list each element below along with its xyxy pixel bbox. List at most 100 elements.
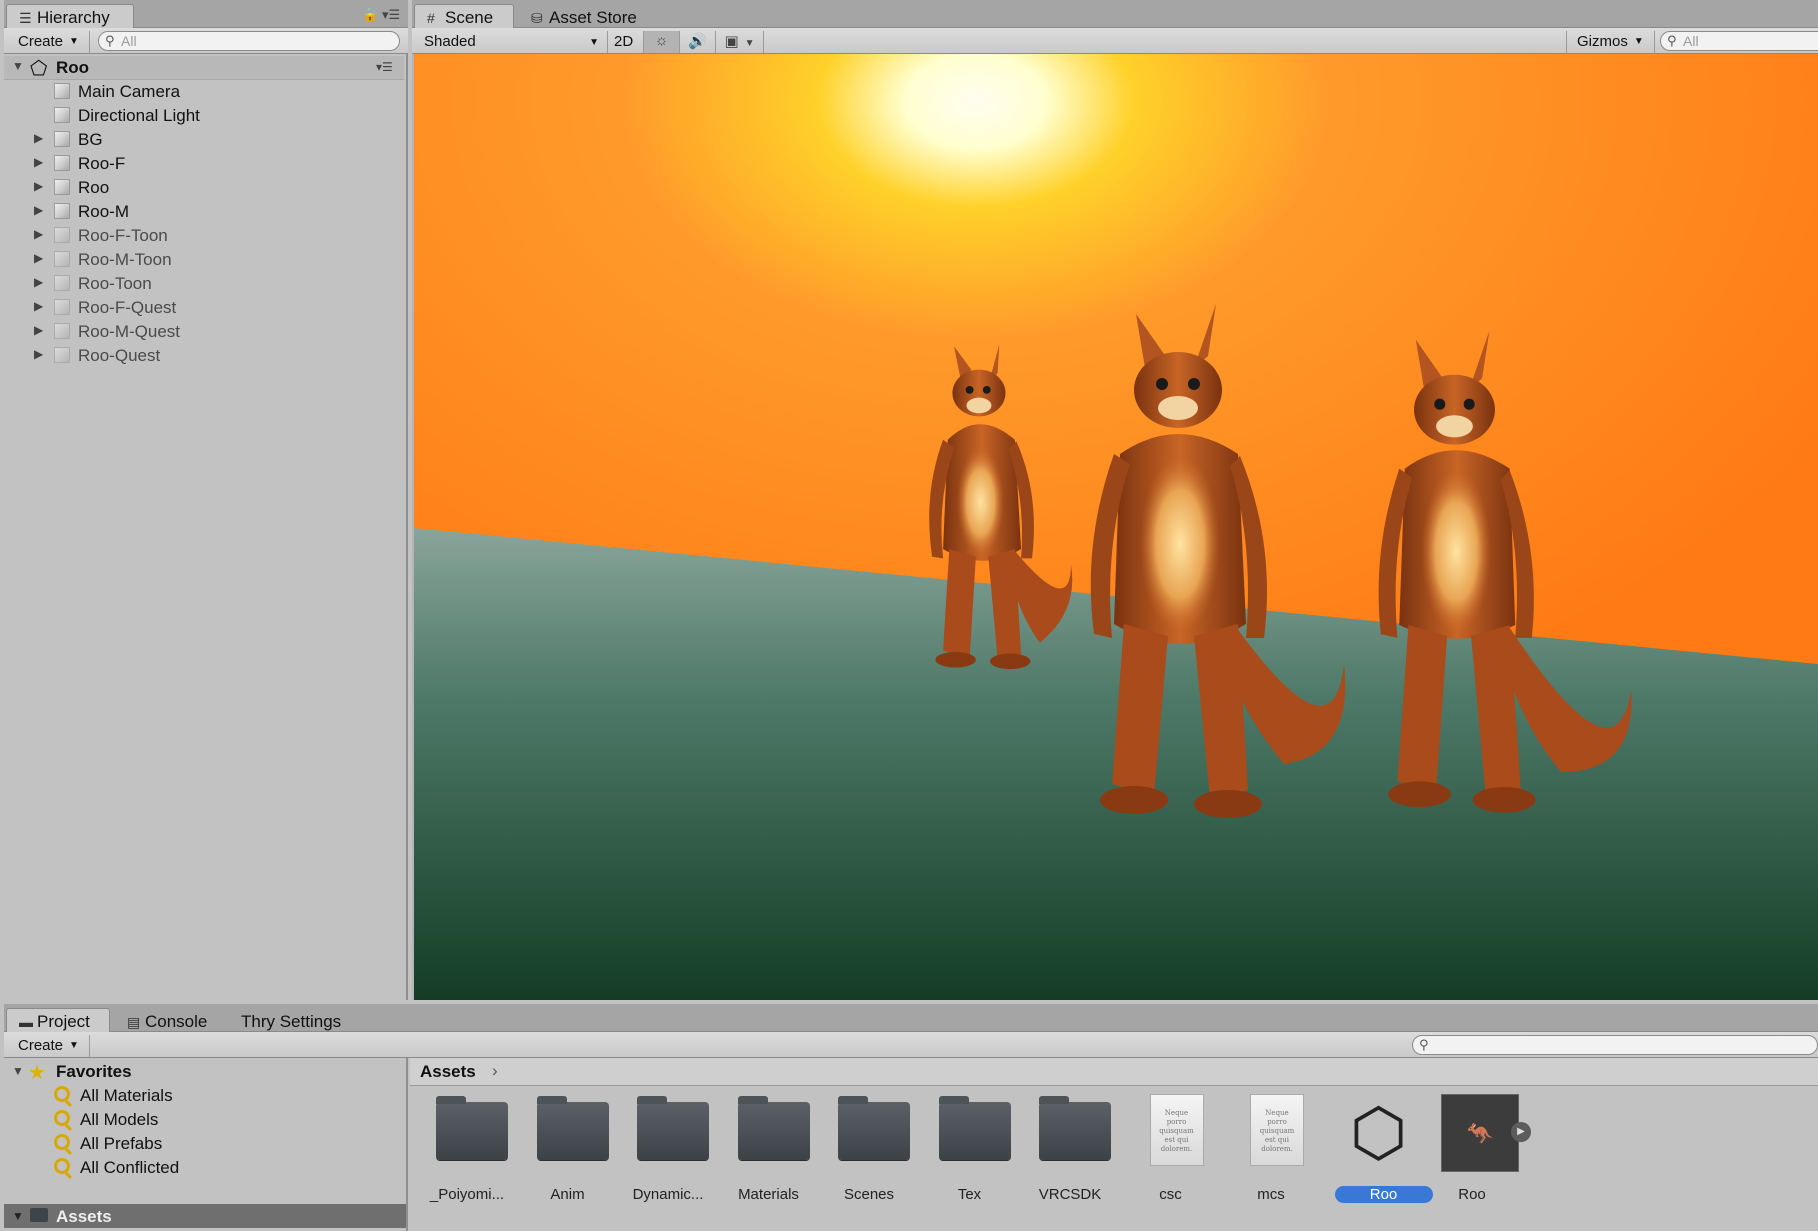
hierarchy-item[interactable]: ▶ Roo-M-Toon (4, 248, 404, 272)
audio-toggle[interactable]: 🔊 (680, 31, 716, 53)
lighting-toggle[interactable]: ☼ (644, 31, 680, 53)
asset-item[interactable]: VRCSDK (1025, 1094, 1115, 1204)
asset-item[interactable]: ⬡ Roo (1327, 1094, 1433, 1204)
panel-menu-icon[interactable]: ▾☰ (382, 7, 400, 23)
favorite-label: All Prefabs (80, 1134, 163, 1153)
asset-item[interactable]: Dynamic... (623, 1094, 713, 1204)
asset-item[interactable]: Neque porro quisquam est qui dolorem. mcs (1226, 1094, 1316, 1204)
hierarchy-create-button[interactable]: Create ▼ (8, 31, 90, 53)
folder-icon: ▬ (19, 1014, 33, 1030)
folder-icon (436, 1096, 508, 1160)
hierarchy-tabstrip: ☰ Hierarchy 🔒 ▾☰ (4, 0, 408, 32)
hierarchy-item[interactable]: Main Camera (4, 80, 404, 104)
hierarchy-item[interactable]: Directional Light (4, 104, 404, 128)
text-document-icon: Neque porro quisquam est qui dolorem. (1250, 1094, 1304, 1166)
asset-name: Materials (738, 1186, 799, 1203)
hierarchy-item[interactable]: ▶ Roo-F-Toon (4, 224, 404, 248)
hierarchy-item[interactable]: ▶ Roo-F (4, 152, 404, 176)
project-tabstrip: ▬ Project ▤ Console Thry Settings (4, 1004, 1818, 1036)
hierarchy-item-label: Directional Light (78, 106, 200, 125)
gameobject-icon (54, 227, 70, 243)
search-icon: ⚲ (105, 33, 115, 48)
store-icon: ⛁ (531, 10, 543, 26)
asset-item[interactable]: 🦘 ▶ Roo (1427, 1094, 1531, 1204)
scene-root-row[interactable]: ▼ ⬠ Roo ▾☰ (4, 56, 404, 80)
gameobject-icon (54, 323, 70, 339)
asset-name: Tex (957, 1186, 982, 1203)
scene-menu-icon[interactable]: ▾☰ (376, 60, 393, 74)
expand-arrow-icon[interactable]: ▶ (34, 131, 43, 145)
expand-arrow-icon[interactable]: ▶ (34, 155, 43, 169)
hierarchy-item-label: Roo-M-Quest (78, 322, 181, 341)
hierarchy-item-label: Main Camera (78, 82, 181, 101)
asset-name: Dynamic... (632, 1186, 704, 1203)
asset-item[interactable]: Scenes (824, 1094, 914, 1204)
expand-arrow-icon[interactable]: ▶ (34, 347, 43, 361)
hierarchy-item[interactable]: ▶ BG (4, 128, 404, 152)
collapse-arrow-icon[interactable]: ▼ (12, 1064, 24, 1078)
asset-name: Anim (550, 1186, 585, 1203)
hierarchy-item-label: Roo-F (78, 154, 126, 173)
asset-name: mcs (1257, 1186, 1285, 1203)
scene-panel: # Scene ⛁ Asset Store Shaded ▼ 2D ☼ 🔊 ▣ ▼ G… (412, 0, 1818, 1000)
hierarchy-item[interactable]: ▶ Roo-Quest (4, 344, 404, 368)
dropdown-caret-icon: ▼ (69, 36, 79, 47)
shading-mode-dropdown[interactable]: Shaded ▼ (414, 31, 608, 53)
tab-console[interactable]: ▤ Console (114, 1008, 224, 1035)
gameobject-icon (54, 275, 70, 291)
project-search-input[interactable]: ⚲ (1412, 1035, 1818, 1055)
hierarchy-item-label: Roo-Quest (78, 346, 161, 365)
asset-item[interactable]: _Poiyomi... (422, 1094, 512, 1204)
expand-arrow-icon[interactable]: ▶ (34, 203, 43, 217)
hierarchy-item[interactable]: ▶ Roo-Toon (4, 272, 404, 296)
grid-icon: # (427, 10, 435, 26)
gizmos-dropdown[interactable]: Gizmos ▼ (1566, 31, 1655, 53)
scene-search-input[interactable]: ⚲ All (1660, 31, 1818, 51)
favorite-label: All Materials (80, 1086, 173, 1105)
effects-dropdown[interactable]: ▣ ▼ (716, 31, 764, 53)
search-filter-icon (54, 1086, 70, 1102)
tab-asset-store[interactable]: ⛁ Asset Store (518, 4, 658, 31)
expand-arrow-icon[interactable]: ▶ (34, 227, 43, 241)
chevron-right-icon: › (492, 1061, 498, 1080)
toggle-2d-button[interactable]: 2D (608, 31, 644, 53)
expand-arrow-icon[interactable]: ▶ (34, 251, 43, 265)
expand-prefab-icon[interactable]: ▶ (1511, 1122, 1531, 1142)
breadcrumb-assets[interactable]: Assets (420, 1062, 476, 1082)
collapse-arrow-icon[interactable]: ▼ (12, 1209, 24, 1223)
expand-arrow-icon[interactable]: ▶ (34, 299, 43, 313)
assets-root-row[interactable]: ▼ Assets (4, 1204, 406, 1228)
tab-thry-settings[interactable]: Thry Settings (228, 1008, 368, 1035)
hierarchy-item[interactable]: ▶ Roo-F-Quest (4, 296, 404, 320)
dropdown-caret-icon: ▼ (744, 38, 755, 49)
hierarchy-item-label: Roo-M-Toon (78, 250, 172, 269)
hierarchy-item[interactable]: ▶ Roo (4, 176, 404, 200)
breadcrumb: Assets › (410, 1058, 1818, 1086)
favorite-label: All Models (80, 1110, 159, 1129)
expand-arrow-icon[interactable]: ▶ (34, 323, 43, 337)
collapse-arrow-icon[interactable]: ▼ (12, 59, 24, 73)
hierarchy-search-input[interactable]: ⚲ All (98, 31, 400, 51)
project-tree: ▼ ★ Favorites All Materials All Models All… (4, 1058, 408, 1231)
asset-item[interactable]: Anim (523, 1094, 613, 1204)
scene-viewport[interactable] (414, 54, 1818, 1000)
asset-item[interactable]: Materials (724, 1094, 814, 1204)
hierarchy-item-label: Roo-F-Quest (78, 298, 177, 317)
asset-name: Scenes (843, 1186, 895, 1203)
expand-arrow-icon[interactable]: ▶ (34, 179, 43, 193)
project-toolbar: Create ▼ ⚲ (4, 1032, 1818, 1058)
asset-item[interactable]: Neque porro quisquam est qui dolorem. csc (1126, 1094, 1216, 1204)
gameobject-icon (54, 83, 70, 99)
favorites-header[interactable]: Favorites (56, 1062, 132, 1082)
project-create-button[interactable]: Create ▼ (8, 1035, 90, 1057)
lock-icon[interactable]: 🔒 (362, 7, 378, 23)
gameobject-icon (54, 179, 70, 195)
scene-render[interactable] (414, 54, 1818, 1000)
asset-item[interactable]: Tex (925, 1094, 1015, 1204)
hierarchy-item[interactable]: ▶ Roo-M-Quest (4, 320, 404, 344)
folder-icon (938, 1096, 1011, 1160)
hierarchy-item[interactable]: ▶ Roo-M (4, 200, 404, 224)
gameobject-icon (54, 107, 70, 123)
folder-icon (637, 1096, 709, 1160)
expand-arrow-icon[interactable]: ▶ (34, 275, 43, 289)
